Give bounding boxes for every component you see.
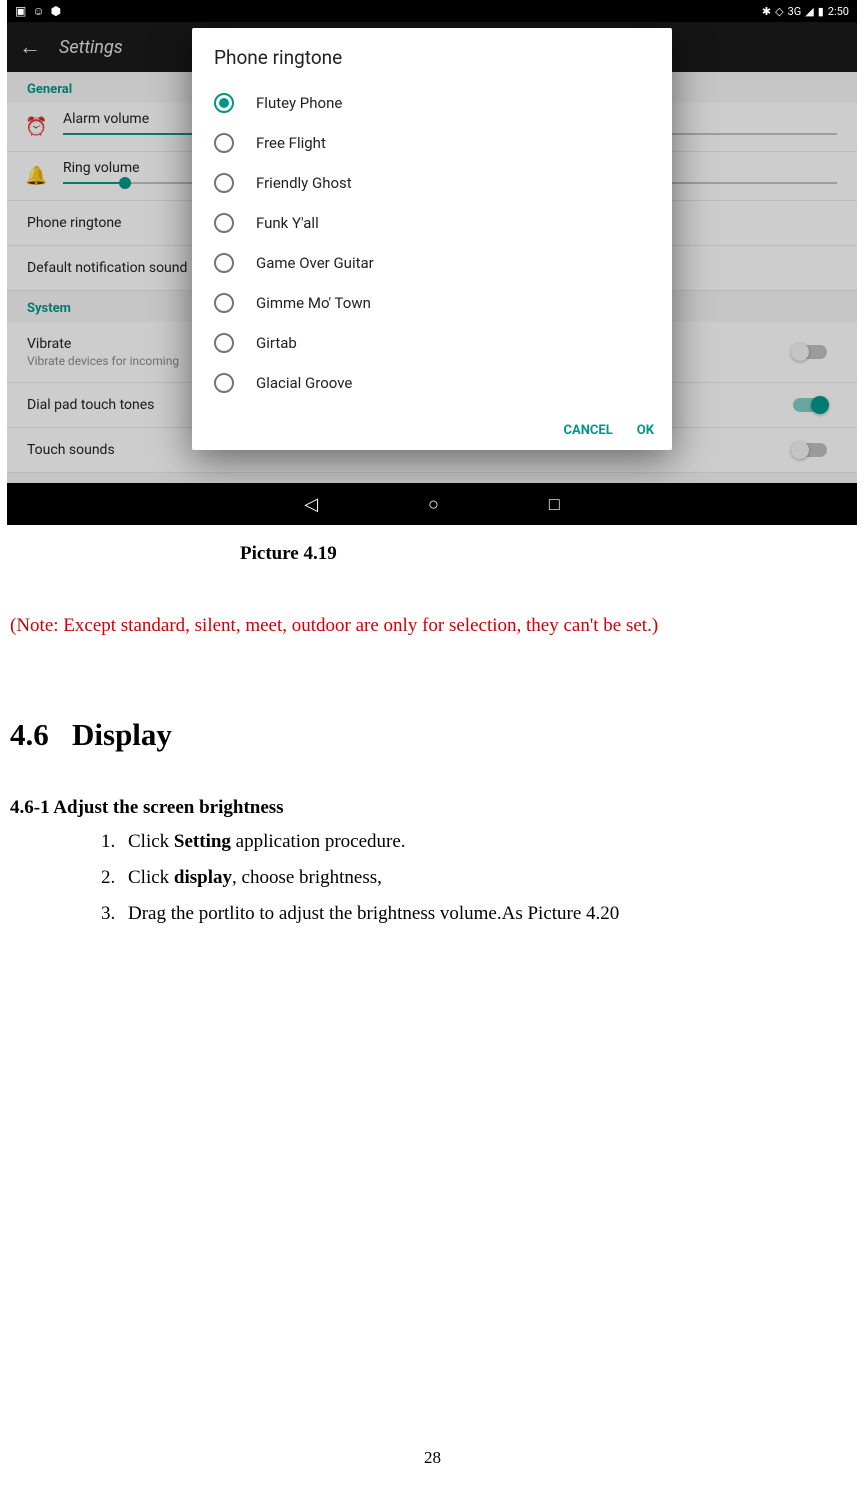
status-bar: ▣ ☺ ⬢ ✱ ◇ 3G ◢ ▮ 2:50	[7, 0, 857, 22]
wifi-icon: ◇	[775, 5, 783, 18]
radio-icon	[214, 293, 234, 313]
dial-pad-toggle[interactable]	[793, 398, 827, 412]
ringtone-option-label: Game Over Guitar	[256, 254, 374, 272]
nav-back-icon[interactable]: ◁	[304, 494, 318, 515]
android-screenshot: ▣ ☺ ⬢ ✱ ◇ 3G ◢ ▮ 2:50 ← Settings General…	[7, 0, 857, 525]
signal-icon: ◢	[805, 5, 813, 18]
navigation-bar: ◁ ○ □	[7, 483, 857, 525]
radio-icon	[214, 253, 234, 273]
note-text: (Note: Except standard, silent, meet, ou…	[10, 615, 850, 637]
ringtone-option-label: Funk Y'all	[256, 214, 319, 232]
radio-icon	[214, 213, 234, 233]
ringtone-option[interactable]: Glacial Groove	[202, 363, 662, 403]
bluetooth-icon: ✱	[762, 5, 771, 18]
ringtone-option-label: Friendly Ghost	[256, 174, 352, 192]
section-title: Display	[72, 717, 172, 752]
step-item: Drag the portlito to adjust the brightne…	[120, 903, 850, 925]
alarm-icon: ⏰	[25, 117, 47, 138]
ringtone-option-label: Girtab	[256, 334, 297, 352]
step-item: Click Setting application procedure.	[120, 831, 850, 853]
ringtone-option-label: Glacial Groove	[256, 374, 352, 392]
figure-caption: Picture 4.19	[240, 543, 850, 565]
nav-home-icon[interactable]: ○	[428, 494, 439, 515]
document-body: Picture 4.19 (Note: Except standard, sil…	[0, 543, 865, 925]
page-number: 28	[424, 1448, 441, 1468]
ringtone-option[interactable]: Free Flight	[202, 123, 662, 163]
phone-ringtone-label: Phone ringtone	[27, 215, 121, 231]
ringtone-list: Flutey Phone Free Flight Friendly Ghost Fun…	[192, 83, 672, 403]
ok-button[interactable]: OK	[637, 423, 654, 438]
ringtone-option-label: Free Flight	[256, 134, 326, 152]
section-heading: 4.6 Display	[10, 717, 850, 753]
radio-icon	[214, 333, 234, 353]
chat-icon: ☺	[32, 4, 44, 18]
ringtone-option[interactable]: Funk Y'all	[202, 203, 662, 243]
header-title: Settings	[59, 37, 123, 58]
ringtone-option[interactable]: Flutey Phone	[202, 83, 662, 123]
app-icon: ⬢	[51, 4, 61, 18]
ringtone-dialog: Phone ringtone Flutey Phone Free Flight Fr…	[192, 28, 672, 450]
touch-sounds-toggle[interactable]	[793, 443, 827, 457]
dial-pad-label: Dial pad touch tones	[27, 397, 154, 413]
radio-icon	[214, 133, 234, 153]
bell-icon: 🔔	[25, 166, 47, 187]
section-number: 4.6	[10, 717, 49, 752]
default-notification-label: Default notification sound	[27, 260, 187, 276]
vibrate-toggle[interactable]	[793, 345, 827, 359]
nav-recent-icon[interactable]: □	[549, 494, 560, 515]
dialog-title: Phone ringtone	[192, 28, 672, 83]
radio-icon	[214, 93, 234, 113]
subsection-heading: 4.6-1 Adjust the screen brightness	[10, 797, 850, 819]
touch-sounds-label: Touch sounds	[27, 442, 115, 458]
ringtone-option[interactable]: Friendly Ghost	[202, 163, 662, 203]
step-item: Click display, choose brightness,	[120, 867, 850, 889]
ringtone-option-label: Flutey Phone	[256, 94, 342, 112]
steps-list: Click Setting application procedure. Clic…	[120, 831, 850, 925]
radio-icon	[214, 173, 234, 193]
battery-icon: ▮	[818, 5, 824, 18]
gallery-icon: ▣	[15, 4, 26, 18]
ringtone-option[interactable]: Gimme Mo' Town	[202, 283, 662, 323]
ringtone-option[interactable]: Game Over Guitar	[202, 243, 662, 283]
ringtone-option-label: Gimme Mo' Town	[256, 294, 371, 312]
back-arrow-icon[interactable]: ←	[19, 34, 41, 60]
radio-icon	[214, 373, 234, 393]
clock-label: 2:50	[828, 5, 849, 18]
ringtone-option[interactable]: Girtab	[202, 323, 662, 363]
cancel-button[interactable]: CANCEL	[564, 423, 613, 438]
network-label: 3G	[788, 5, 802, 18]
